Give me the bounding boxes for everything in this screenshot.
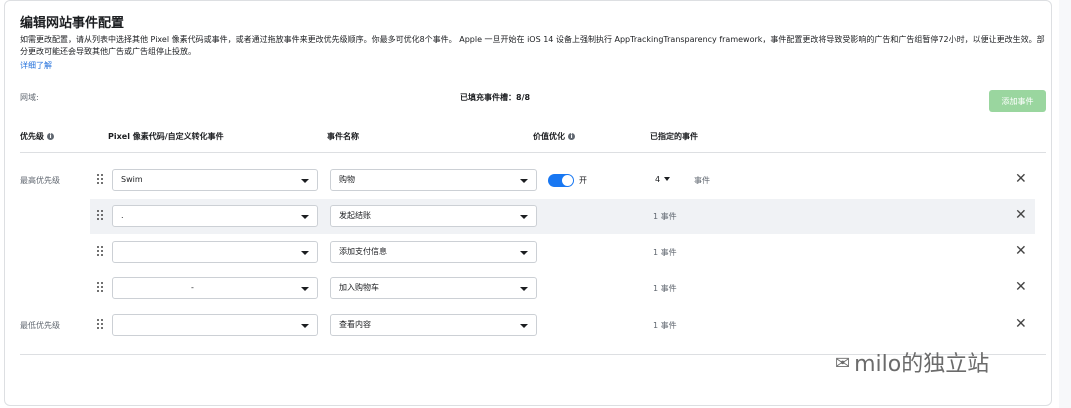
column-header-pixel: Pixel 像素代码/自定义转化事件 [108,132,224,141]
pixel-select-value: . [121,211,124,220]
drag-handle-icon[interactable] [97,246,104,258]
event-row: . 发起结账 1 事件 ✕ [20,199,1046,234]
pixel-select[interactable] [112,314,318,336]
column-header-value-label: 价值优化 [533,132,565,141]
event-row: 添加支付信息 1 事件 ✕ [20,235,1046,270]
watermark: ✉ milo的独立站 [835,346,989,378]
watermark-text: milo的独立站 [854,352,990,377]
pixel-select[interactable]: - [112,277,318,299]
column-header-value-optimization: 价值优化 i [533,131,575,142]
chevron-down-icon [301,251,309,255]
chevron-down-icon [520,251,528,255]
chevron-down-icon [301,287,309,291]
pixel-select-value: Swim [121,175,143,184]
event-row: 最高优先级 Swim 购物 开 4 事件 ✕ [20,163,1046,198]
drag-handle-icon[interactable] [97,319,104,331]
event-count-unit: 事件 [694,176,710,185]
event-name-select[interactable]: 添加支付信息 [330,241,537,263]
priority-label: 最低优先级 [20,321,60,330]
chevron-down-icon [301,324,309,328]
column-header-priority-label: 优先级 [20,132,44,141]
event-name-select[interactable]: 查看内容 [330,314,537,336]
event-name-select[interactable]: 加入购物车 [330,277,537,299]
domain-label: 网域: [20,93,39,102]
header-divider [20,152,1046,153]
page-title: 编辑网站事件配置 [20,16,125,31]
close-icon[interactable]: ✕ [1015,244,1027,258]
info-icon[interactable]: i [568,133,575,140]
pixel-select-value: - [191,283,194,292]
chevron-down-icon [520,324,528,328]
assigned-events-count: 1 事件 [653,248,677,257]
event-count-value: 4 [655,175,661,184]
pixel-select[interactable]: . [112,205,318,227]
slots-filled-text: 已填充事件槽：8/8 [460,93,531,102]
event-count-select[interactable]: 4 [655,175,671,184]
event-name-value: 加入购物车 [339,283,379,292]
drag-handle-icon[interactable] [97,174,104,186]
right-scroll-gutter [1059,0,1071,408]
chevron-down-icon [301,215,309,219]
assigned-events-count: 1 事件 [653,284,677,293]
add-event-button[interactable]: 添加事件 [989,90,1046,112]
description-text: 如需更改配置，请从列表中选择其他 Pixel 像素代码或事件，或者通过拖放事件来… [20,35,1045,56]
column-header-event-name: 事件名称 [327,132,359,141]
chevron-down-icon [520,287,528,291]
pixel-select[interactable]: Swim [112,169,318,191]
toggle-state-label: 开 [579,176,587,185]
column-header-priority: 优先级 i [20,131,54,142]
value-optimization-toggle[interactable] [548,174,574,187]
event-name-value: 发起结账 [339,211,371,220]
wechat-icon: ✉ [835,353,851,374]
close-icon[interactable]: ✕ [1015,172,1027,186]
priority-label: 最高优先级 [20,176,60,185]
close-icon[interactable]: ✕ [1015,317,1027,331]
event-name-value: 购物 [339,175,355,184]
drag-handle-icon[interactable] [97,210,104,222]
drag-handle-icon[interactable] [97,282,104,294]
assigned-events-count: 1 事件 [653,212,677,221]
event-row: 最低优先级 查看内容 1 事件 ✕ [20,308,1046,343]
event-name-value: 查看内容 [339,320,371,329]
event-name-value: 添加支付信息 [339,247,387,256]
chevron-down-icon [301,179,309,183]
caret-down-icon [664,177,671,181]
info-icon[interactable]: i [47,133,54,140]
toggle-knob [562,175,573,186]
learn-more-link[interactable]: 详细了解 [20,60,52,71]
chevron-down-icon [520,179,528,183]
event-name-select[interactable]: 发起结账 [330,205,537,227]
assigned-events-count: 1 事件 [653,321,677,330]
close-icon[interactable]: ✕ [1015,280,1027,294]
column-header-assigned-events: 已指定的事件 [650,132,698,141]
chevron-down-icon [520,215,528,219]
pixel-select[interactable] [112,241,318,263]
event-row: - 加入购物车 1 事件 ✕ [20,271,1046,306]
close-icon[interactable]: ✕ [1015,208,1027,222]
event-name-select[interactable]: 购物 [330,169,537,191]
